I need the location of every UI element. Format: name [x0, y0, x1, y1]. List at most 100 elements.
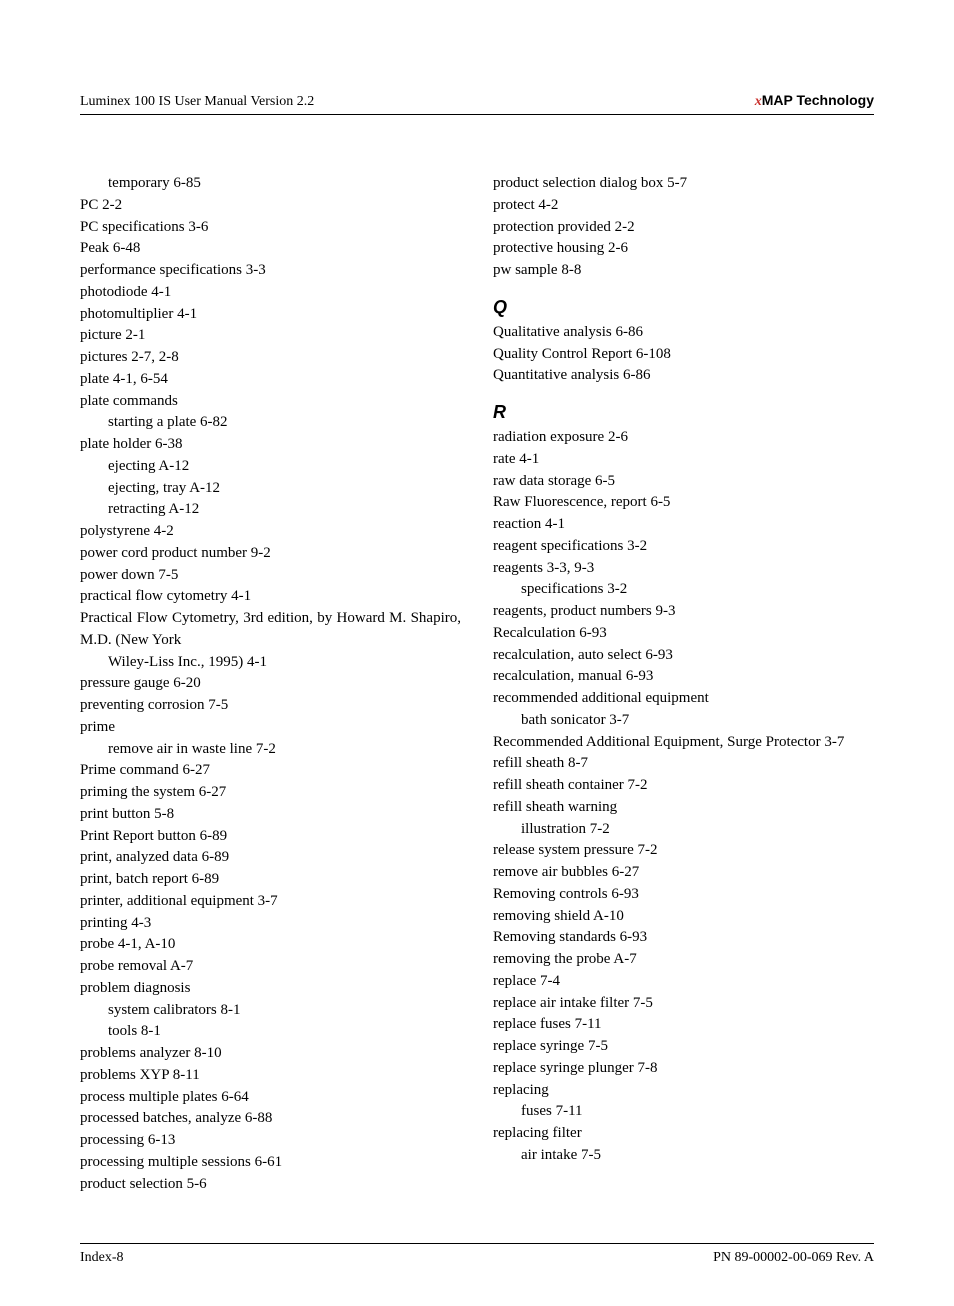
index-entry: Peak 6-48	[80, 238, 461, 260]
index-entry: ejecting, tray A-12	[80, 478, 461, 500]
index-entry: pw sample 8-8	[493, 260, 874, 282]
footer-right: PN 89-00002-00-069 Rev. A	[713, 1250, 874, 1266]
index-entry: raw data storage 6-5	[493, 471, 874, 493]
index-entry: recalculation, manual 6-93	[493, 666, 874, 688]
index-entry: system calibrators 8-1	[80, 1000, 461, 1022]
index-entry: picture 2-1	[80, 325, 461, 347]
index-entry: processed batches, analyze 6-88	[80, 1108, 461, 1130]
index-entry: Quality Control Report 6-108	[493, 344, 874, 366]
index-entry: preventing corrosion 7-5	[80, 695, 461, 717]
index-entry: photomultiplier 4-1	[80, 304, 461, 326]
index-entry: reagents 3-3, 9-3	[493, 558, 874, 580]
index-entry: PC 2-2	[80, 195, 461, 217]
index-entry: replacing filter	[493, 1123, 874, 1145]
index-entry: Raw Fluorescence, report 6-5	[493, 492, 874, 514]
index-entry: refill sheath container 7-2	[493, 775, 874, 797]
index-entry: print button 5-8	[80, 804, 461, 826]
header-left: Luminex 100 IS User Manual Version 2.2	[80, 94, 314, 110]
header-right: xMAP Technology	[755, 92, 874, 110]
index-entry: printing 4-3	[80, 913, 461, 935]
index-entry: problem diagnosis	[80, 978, 461, 1000]
index-entry: starting a plate 6-82	[80, 412, 461, 434]
index-section-letter: R	[493, 399, 874, 425]
index-entry: replace 7-4	[493, 971, 874, 993]
index-entry: pictures 2-7, 2-8	[80, 347, 461, 369]
index-entry: remove air bubbles 6-27	[493, 862, 874, 884]
index-entry: specifications 3-2	[493, 579, 874, 601]
page-header: Luminex 100 IS User Manual Version 2.2 x…	[80, 92, 874, 115]
footer-left: Index-8	[80, 1250, 124, 1266]
index-entry: Print Report button 6-89	[80, 826, 461, 848]
index-entry: replace syringe 7-5	[493, 1036, 874, 1058]
index-entry: recalculation, auto select 6-93	[493, 645, 874, 667]
index-entry: processing multiple sessions 6-61	[80, 1152, 461, 1174]
index-entry: release system pressure 7-2	[493, 840, 874, 862]
index-entry: Recalculation 6-93	[493, 623, 874, 645]
index-entry: bath sonicator 3-7	[493, 710, 874, 732]
index-entry: protective housing 2-6	[493, 238, 874, 260]
index-entry: Removing controls 6-93	[493, 884, 874, 906]
page-footer: Index-8 PN 89-00002-00-069 Rev. A	[80, 1243, 874, 1266]
index-entry: print, analyzed data 6-89	[80, 847, 461, 869]
index-entry: plate 4-1, 6-54	[80, 369, 461, 391]
index-entry: product selection 5-6	[80, 1174, 461, 1196]
index-entry: performance specifications 3-3	[80, 260, 461, 282]
index-entry: removing shield A-10	[493, 906, 874, 928]
index-entry: processing 6-13	[80, 1130, 461, 1152]
index-entry: reaction 4-1	[493, 514, 874, 536]
index-entry: Practical Flow Cytometry, 3rd edition, b…	[80, 608, 461, 652]
index-entry: refill sheath 8-7	[493, 753, 874, 775]
index-entry: fuses 7-11	[493, 1101, 874, 1123]
index-entry: product selection dialog box 5-7	[493, 173, 874, 195]
index-column-right: product selection dialog box 5-7protect …	[493, 173, 874, 1195]
index-entry: Recommended Additional Equipment, Surge …	[493, 732, 874, 754]
index-entry: practical flow cytometry 4-1	[80, 586, 461, 608]
index-entry: process multiple plates 6-64	[80, 1087, 461, 1109]
index-entry: PC specifications 3-6	[80, 217, 461, 239]
index-entry: tools 8-1	[80, 1021, 461, 1043]
header-x-prefix: x	[755, 94, 762, 109]
index-entry: pressure gauge 6-20	[80, 673, 461, 695]
index-entry: power cord product number 9-2	[80, 543, 461, 565]
index-entry: recommended additional equipment	[493, 688, 874, 710]
index-entry: remove air in waste line 7-2	[80, 739, 461, 761]
index-entry: illustration 7-2	[493, 819, 874, 841]
index-entry: polystyrene 4-2	[80, 521, 461, 543]
index-entry: problems XYP 8-11	[80, 1065, 461, 1087]
index-entry: removing the probe A-7	[493, 949, 874, 971]
index-entry: ejecting A-12	[80, 456, 461, 478]
index-entry: Quantitative analysis 6-86	[493, 365, 874, 387]
index-entry: Removing standards 6-93	[493, 927, 874, 949]
index-entry: protect 4-2	[493, 195, 874, 217]
index-entry: refill sheath warning	[493, 797, 874, 819]
index-entry: power down 7-5	[80, 565, 461, 587]
index-entry: replace syringe plunger 7-8	[493, 1058, 874, 1080]
index-columns: temporary 6-85PC 2-2PC specifications 3-…	[80, 173, 874, 1195]
index-entry: Wiley-Liss Inc., 1995) 4-1	[80, 652, 461, 674]
index-entry: prime	[80, 717, 461, 739]
index-entry: print, batch report 6-89	[80, 869, 461, 891]
index-entry: priming the system 6-27	[80, 782, 461, 804]
index-entry: radiation exposure 2-6	[493, 427, 874, 449]
index-entry: air intake 7-5	[493, 1145, 874, 1167]
index-entry: replace fuses 7-11	[493, 1014, 874, 1036]
index-entry: rate 4-1	[493, 449, 874, 471]
index-entry: probe 4-1, A-10	[80, 934, 461, 956]
index-entry: problems analyzer 8-10	[80, 1043, 461, 1065]
index-entry: reagent specifications 3-2	[493, 536, 874, 558]
index-entry: plate commands	[80, 391, 461, 413]
index-section-letter: Q	[493, 294, 874, 320]
page: Luminex 100 IS User Manual Version 2.2 x…	[0, 0, 954, 1306]
index-entry: replace air intake filter 7-5	[493, 993, 874, 1015]
index-entry: reagents, product numbers 9-3	[493, 601, 874, 623]
index-entry: plate holder 6-38	[80, 434, 461, 456]
index-entry: protection provided 2-2	[493, 217, 874, 239]
index-entry: photodiode 4-1	[80, 282, 461, 304]
index-entry: Prime command 6-27	[80, 760, 461, 782]
index-column-left: temporary 6-85PC 2-2PC specifications 3-…	[80, 173, 461, 1195]
index-entry: replacing	[493, 1080, 874, 1102]
header-right-rest: MAP Technology	[762, 92, 874, 108]
index-entry: retracting A-12	[80, 499, 461, 521]
index-entry: printer, additional equipment 3-7	[80, 891, 461, 913]
index-entry: probe removal A-7	[80, 956, 461, 978]
